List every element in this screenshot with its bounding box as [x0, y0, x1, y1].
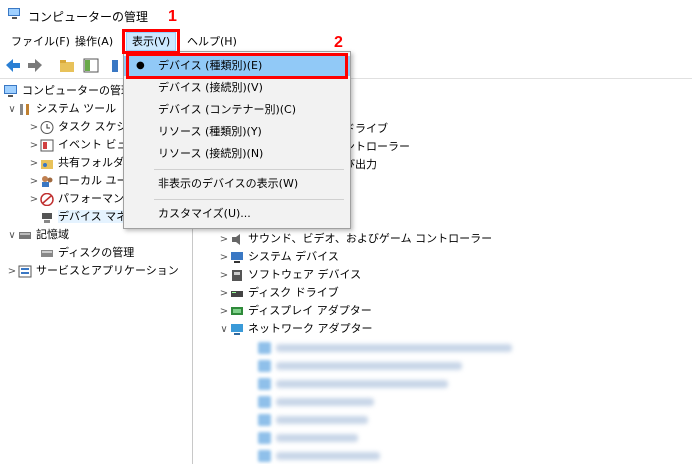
tree-item-computer-management[interactable]: コンピューターの管理	[4, 82, 132, 100]
users-icon	[42, 175, 53, 187]
annotation-step-2: 2	[334, 34, 343, 51]
device-category-disk-drive[interactable]: > ディスク ドライブ	[218, 284, 339, 302]
tree-item-device-manager[interactable]: デバイス マネ	[28, 208, 128, 226]
device-category-network-adapter[interactable]: ∨ ネットワーク アダプター	[218, 320, 372, 339]
device-category-display-adapter[interactable]: > ディスプレイ アダプター	[218, 302, 372, 320]
tree-item-local-users[interactable]: > ローカル ユー	[28, 172, 128, 190]
menu-item-resources-by-type[interactable]: リソース (種類別)(Y)	[124, 122, 350, 142]
chevron-right-icon[interactable]: >	[218, 231, 230, 249]
chevron-right-icon[interactable]: >	[6, 263, 18, 281]
device-category-software[interactable]: > ソフトウェア デバイス	[218, 266, 361, 284]
device-manager-icon	[42, 212, 52, 223]
tools-icon	[20, 103, 29, 115]
tree-item-task-scheduler[interactable]: > タスク スケジ	[28, 118, 128, 136]
partial-text-controller: ントローラー	[344, 140, 410, 153]
annotation-box-devices-by-type	[126, 53, 348, 79]
menu-item-customize[interactable]: カスタマイズ(U)...	[124, 204, 350, 224]
chevron-right-icon[interactable]: >	[28, 173, 40, 191]
event-viewer-icon	[40, 139, 54, 151]
tree-item-event-viewer[interactable]: > イベント ビュー	[28, 136, 139, 154]
clock-icon	[40, 120, 54, 134]
window-title: コンピューターの管理	[28, 10, 149, 24]
tree-item-system-tools[interactable]: ∨ システム ツール	[6, 100, 116, 118]
performance-icon	[40, 192, 54, 206]
chevron-right-icon[interactable]: >	[218, 267, 230, 285]
properties-icon[interactable]	[106, 57, 124, 74]
disk-drive-icon	[231, 290, 243, 297]
menu-item-devices-by-connection[interactable]: デバイス (接続別)(V)	[124, 78, 350, 98]
tree-item-storage[interactable]: ∨ 記憶域	[6, 226, 69, 244]
console-tree-icon[interactable]	[82, 57, 100, 74]
title-bar: コンピューターの管理	[0, 0, 692, 30]
menu-file[interactable]: ファイル(F)	[6, 33, 75, 50]
annotation-step-1: 1	[168, 8, 177, 25]
chevron-right-icon[interactable]: >	[218, 249, 230, 267]
software-device-icon	[232, 269, 242, 281]
chevron-right-icon[interactable]: >	[28, 191, 40, 209]
display-adapter-icon	[231, 306, 243, 315]
tree-item-disk-management[interactable]: ディスクの管理	[28, 244, 134, 262]
network-adapter-icon	[231, 323, 243, 335]
tree-item-performance[interactable]: > パフォーマンス	[28, 190, 135, 208]
services-icon	[18, 265, 32, 277]
computer-management-icon	[4, 84, 17, 97]
menu-separator	[154, 169, 344, 170]
tree-item-shared-folders[interactable]: > 共有フォルダ	[28, 154, 124, 172]
system-device-icon	[231, 251, 243, 263]
chevron-right-icon[interactable]: >	[218, 303, 230, 321]
disk-icon	[41, 249, 53, 257]
shared-folder-icon	[41, 159, 53, 169]
menu-item-resources-by-connection[interactable]: リソース (接続別)(N)	[124, 144, 350, 164]
chevron-down-icon[interactable]: ∨	[6, 227, 18, 245]
chevron-right-icon[interactable]: >	[28, 137, 40, 155]
menu-help[interactable]: ヘルプ(H)	[182, 33, 242, 50]
annotation-box-view-menu	[122, 29, 180, 54]
storage-icon	[19, 231, 31, 239]
tree-item-services-applications[interactable]: > サービスとアプリケーション	[6, 262, 179, 280]
menu-item-show-hidden-devices[interactable]: 非表示のデバイスの表示(W)	[124, 174, 350, 194]
chevron-down-icon[interactable]: ∨	[218, 321, 230, 339]
menu-separator	[154, 199, 344, 200]
folder-up-icon[interactable]	[58, 57, 76, 74]
speaker-icon	[232, 233, 240, 245]
chevron-right-icon[interactable]: >	[28, 119, 40, 137]
device-category-sound[interactable]: > サウンド、ビデオ、およびゲーム コントローラー	[218, 230, 492, 248]
menu-bar: ファイル(F) 操作(A) 表示(V) ヘルプ(H)	[0, 30, 692, 52]
chevron-down-icon[interactable]: ∨	[6, 101, 18, 119]
forward-arrow-icon[interactable]	[26, 57, 44, 74]
back-arrow-icon[interactable]	[4, 57, 22, 74]
chevron-right-icon[interactable]: >	[28, 155, 40, 173]
menu-item-devices-by-container[interactable]: デバイス (コンテナー別)(C)	[124, 100, 350, 120]
menu-action[interactable]: 操作(A)	[70, 33, 118, 50]
device-category-system[interactable]: > システム デバイス	[218, 248, 339, 266]
chevron-right-icon[interactable]: >	[218, 285, 230, 303]
computer-management-icon	[8, 8, 20, 19]
